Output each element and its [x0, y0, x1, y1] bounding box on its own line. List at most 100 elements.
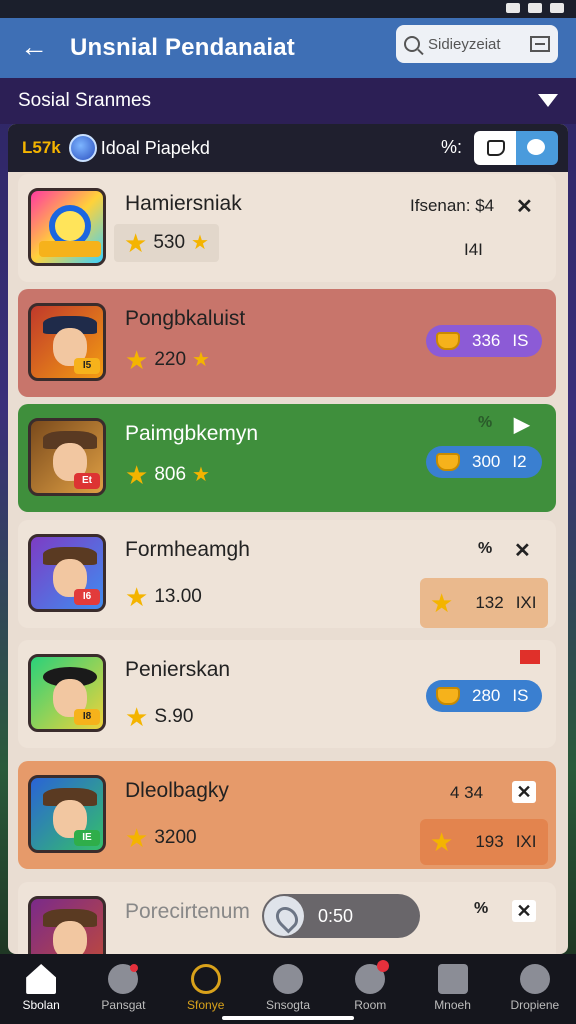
- close-icon[interactable]: ✕: [514, 538, 531, 563]
- list-item[interactable]: I6 Formheamgh ★ 13.00 % ✕ ★ 132 IXI: [18, 520, 556, 628]
- character-avatar: I5: [28, 303, 106, 381]
- close-icon[interactable]: ✕: [516, 194, 533, 219]
- coin-value: 300: [472, 452, 501, 471]
- shield-icon: [108, 964, 139, 994]
- character-avatar: IE: [28, 775, 106, 853]
- tab-mnoeh[interactable]: Mnoeh: [411, 954, 493, 1024]
- filter-icon[interactable]: [530, 36, 550, 52]
- page-title: Unsnial Pendanaiat: [70, 34, 295, 61]
- profile-icon: [519, 964, 550, 994]
- percent-icon: %: [474, 900, 489, 917]
- chat-view-icon[interactable]: [516, 131, 558, 165]
- coin-icon: [436, 453, 460, 471]
- game-avatar: [28, 188, 106, 266]
- star-icon: ★: [430, 827, 454, 857]
- play-icon[interactable]: ▶: [514, 412, 529, 437]
- star-score: ★ 220 ★: [125, 347, 210, 373]
- star-icon: ★: [430, 588, 454, 618]
- item-name: Pongbkaluist: [125, 307, 246, 330]
- star-pill[interactable]: ★ 132 IXI: [420, 578, 548, 628]
- tab-label: Dropiene: [510, 998, 560, 1012]
- list-view-icon[interactable]: [474, 131, 516, 165]
- globe-icon: [68, 134, 97, 162]
- pill-value: 132: [475, 593, 504, 612]
- star-icon: ★: [125, 702, 149, 732]
- panel-code: L57k: [22, 138, 61, 157]
- coin-pill[interactable]: 280 IS: [426, 680, 542, 712]
- item-meta: 4 34: [450, 783, 484, 802]
- star-icon: ★: [124, 228, 148, 258]
- item-name: Hamiersniak: [125, 192, 242, 215]
- bird-icon: [272, 964, 303, 994]
- compass-icon: [190, 964, 221, 994]
- section-label: Sosial Sranmes: [18, 90, 152, 111]
- list-item[interactable]: I8 Penierskan ★ S.90 280 IS: [18, 640, 556, 748]
- coin-value: 336: [472, 331, 501, 350]
- notification-badge: [377, 960, 390, 972]
- flag-icon: [520, 650, 540, 664]
- arrow-left-icon[interactable]: ←: [18, 32, 50, 64]
- tab-label: Sbolan: [22, 998, 60, 1012]
- star-icon: ★: [125, 823, 149, 853]
- notification-dot: [130, 964, 139, 972]
- level-badge: IE: [74, 830, 100, 846]
- timer-value: 0:50: [318, 905, 354, 926]
- character-avatar: I8: [28, 654, 106, 732]
- item-name: Paimgbkemyn: [125, 422, 259, 445]
- close-icon[interactable]: ✕: [512, 900, 536, 922]
- tab-sfonye[interactable]: Sfonye: [165, 954, 247, 1024]
- section-header[interactable]: Sosial Sranmes: [0, 78, 576, 124]
- item-name: Penierskan: [125, 658, 231, 681]
- tab-room[interactable]: Room: [329, 954, 411, 1024]
- percent-icon: %: [478, 540, 493, 557]
- home-indicator: [222, 1016, 354, 1020]
- pill-suffix: IXI: [515, 593, 537, 612]
- item-name: Formheamgh: [125, 538, 250, 561]
- star-score: ★ 806 ★: [125, 462, 210, 488]
- coin-pill[interactable]: 336 IS: [426, 325, 542, 357]
- tab-label: Snsogta: [265, 998, 310, 1012]
- chevron-down-icon[interactable]: [538, 94, 558, 107]
- tab-profile[interactable]: Dropiene: [494, 954, 576, 1024]
- list-item[interactable]: IE Dleolbagky ★ 3200 4 34 ✕ ★ 193 IXI: [18, 761, 556, 869]
- tab-label: Room: [354, 998, 387, 1012]
- list-item[interactable]: Hamiersniak ★ 530 ★ Ifsenan: $4 I4I ✕: [18, 174, 556, 282]
- star-icon: ★: [125, 460, 149, 490]
- star-value: 13.00: [154, 586, 202, 607]
- location-pin-icon: [264, 896, 304, 936]
- search-icon: [404, 36, 420, 52]
- star-icon: ★: [192, 349, 210, 371]
- coin-value: 280: [472, 686, 501, 705]
- character-avatar: Et: [28, 418, 106, 496]
- search-placeholder: Sidieyzeiat: [428, 35, 501, 53]
- item-meta: Ifsenan: $4: [410, 196, 495, 215]
- list-item[interactable]: I5 Pongbkaluist ★ 220 ★ 336 IS: [18, 289, 556, 397]
- bottom-nav: Sbolan Pansgat Sfonye Snsogta Room Mnoeh…: [0, 954, 576, 1024]
- item-name: Porecirtenum: [125, 900, 250, 923]
- close-icon[interactable]: ✕: [512, 781, 536, 803]
- star-value: 220: [154, 349, 187, 370]
- level-badge: I6: [74, 589, 100, 605]
- level-badge: I5: [74, 358, 100, 374]
- star-score: ★ S.90: [125, 704, 193, 730]
- star-pill[interactable]: ★ 193 IXI: [420, 819, 548, 865]
- view-toggle[interactable]: [474, 131, 558, 165]
- star-icon: ★: [125, 582, 149, 612]
- coin-icon: [436, 687, 460, 705]
- battery-icon: [550, 3, 564, 13]
- coin-suffix: IS: [512, 686, 529, 705]
- tab-pansgat[interactable]: Pansgat: [82, 954, 164, 1024]
- tab-snsogta[interactable]: Snsogta: [247, 954, 329, 1024]
- list-item[interactable]: Et Paimgbkemyn ★ 806 ★ % ▶ 300 I2: [18, 404, 556, 512]
- star-score: ★ 3200: [125, 825, 197, 851]
- star-value: 806: [154, 464, 187, 485]
- gift-icon: [437, 964, 468, 994]
- item-name: Dleolbagky: [125, 779, 229, 802]
- coin-suffix: I2: [512, 452, 527, 471]
- coin-pill[interactable]: 300 I2: [426, 446, 542, 478]
- timer-toast[interactable]: 0:50: [262, 894, 420, 938]
- home-icon: [26, 964, 57, 994]
- search-input[interactable]: Sidieyzeiat: [396, 25, 558, 63]
- signal-icon: [528, 3, 542, 13]
- tab-home[interactable]: Sbolan: [0, 954, 82, 1024]
